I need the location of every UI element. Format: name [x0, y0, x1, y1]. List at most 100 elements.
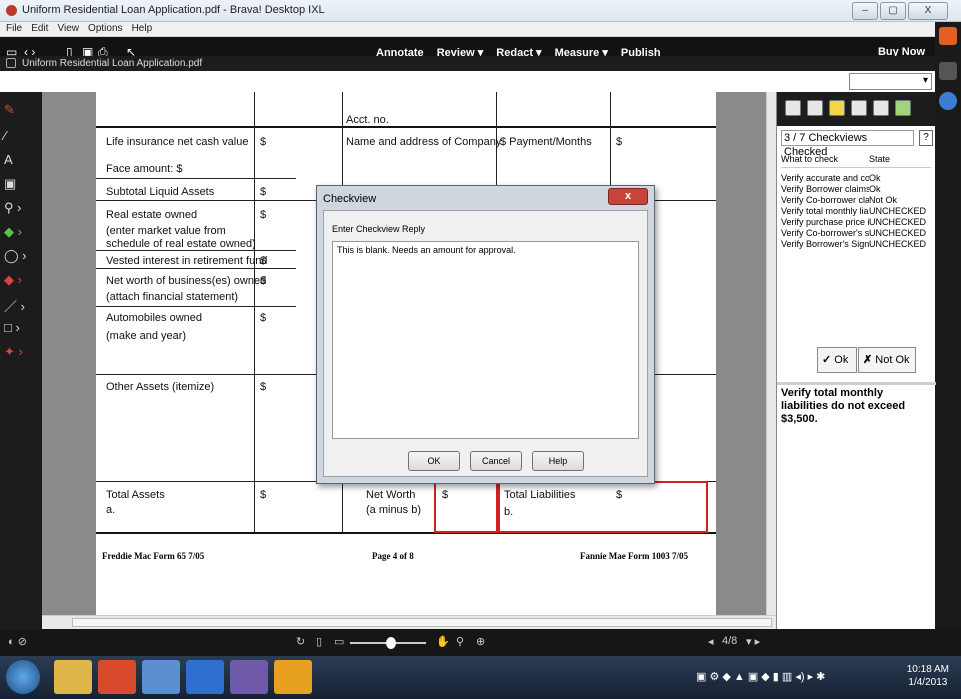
explorer-icon[interactable]	[54, 660, 92, 694]
subtotal-value: $	[260, 186, 267, 198]
image-tool-icon[interactable]: ▣	[4, 176, 38, 192]
table-row[interactable]: Verify Borrower's Signa...UNCHECKED	[781, 239, 931, 250]
help-dialog-button[interactable]: Help	[532, 451, 584, 471]
text-tool-icon[interactable]: A	[4, 152, 38, 167]
other-assets-label: Other Assets (itemize)	[106, 381, 215, 393]
rotate-icon[interactable]: ↻	[296, 635, 305, 648]
menu-view[interactable]: View	[57, 22, 79, 36]
horizontal-scrollbar[interactable]	[42, 615, 776, 629]
rectangle-tool-icon[interactable]: □ ›	[4, 320, 38, 335]
zoom-in-icon[interactable]: ⊕	[476, 635, 485, 648]
window-title: Uniform Residential Loan Application.pdf…	[22, 4, 325, 16]
vertical-scrollbar[interactable]	[766, 92, 776, 615]
total-assets-value: $	[260, 489, 267, 501]
circle-tool-icon[interactable]: ◯ ›	[4, 248, 38, 264]
company-label: Name and address of Company	[346, 136, 502, 148]
automobiles-label: Automobiles owned	[106, 312, 203, 324]
highlighter-icon[interactable]: ⁄	[4, 128, 38, 143]
ok-dialog-button[interactable]: OK	[408, 451, 460, 471]
status-icons[interactable]: ◐ ⊘	[8, 635, 27, 648]
table-row[interactable]: Verify total monthly liab...UNCHECKED	[781, 206, 931, 217]
zoom-area-icon[interactable]: ⚲	[456, 635, 464, 648]
cancel-dialog-button[interactable]: Cancel	[470, 451, 522, 471]
clock-date: 1/4/2013	[908, 677, 948, 688]
checkmark-icon: ✓	[822, 354, 832, 366]
pan-hand-icon[interactable]: ✋	[436, 635, 450, 648]
table-row[interactable]: Verify Co-borrower clai...Not Ok	[781, 195, 931, 206]
help-icon[interactable]: ?	[919, 130, 933, 146]
menu-file[interactable]: File	[6, 22, 22, 36]
dialog-close-button[interactable]: x	[608, 188, 648, 205]
prev-page-icon[interactable]: ◂	[708, 635, 714, 648]
table-row[interactable]: Verify purchase price i...UNCHECKED	[781, 217, 931, 228]
clock-time: 10:18 AM	[906, 664, 949, 675]
tray-icons[interactable]: ▣ ⚙ ◆ ▲ ▣ ◆ ▮ ▥ ◂) ▸ ✱	[696, 670, 825, 683]
horizontal-scroll-thumb[interactable]	[72, 618, 772, 627]
stamp-icon[interactable]	[851, 100, 867, 116]
payment-months-label: $ Payment/Months	[500, 136, 592, 148]
minimize-button[interactable]: –	[852, 2, 878, 20]
not-ok-button[interactable]: ✗ Not Ok	[858, 347, 916, 373]
footer-page: Page 4 of 8	[372, 551, 414, 561]
table-row[interactable]: Verify accurate and co...Ok	[781, 173, 931, 184]
table-row[interactable]: Verify Borrower claims ...Ok	[781, 184, 931, 195]
life-insurance-value: $	[260, 136, 267, 148]
menu-edit[interactable]: Edit	[31, 22, 48, 36]
not-ok-button-label: Not Ok	[875, 354, 910, 366]
eraser-tool-icon[interactable]: ◆ ›	[4, 272, 38, 288]
other-assets-value: $	[260, 381, 267, 393]
start-button[interactable]	[6, 660, 40, 694]
menu-options[interactable]: Options	[88, 22, 122, 36]
zoom-slider-thumb[interactable]	[386, 637, 396, 649]
markup-icon[interactable]	[807, 100, 823, 116]
column-state[interactable]: State	[869, 154, 929, 164]
real-estate-note-2: schedule of real estate owned)	[106, 238, 256, 250]
stamp-tool-icon[interactable]: ⚲ ›	[4, 200, 38, 216]
dialog-body: Enter Checkview Reply This is blank. Nee…	[323, 210, 648, 477]
vested-label: Vested interest in retirement fund	[106, 255, 268, 267]
info-icon[interactable]	[939, 92, 957, 110]
page-dropdown-icon[interactable]: ▾ ▸	[746, 635, 760, 648]
ok-button[interactable]: ✓ Ok	[817, 347, 857, 373]
reply-textarea[interactable]: This is blank. Needs an amount for appro…	[332, 241, 639, 439]
row-state: Not Ok	[869, 195, 898, 205]
row-state: Ok	[869, 173, 881, 183]
real-estate-value: $	[260, 209, 267, 221]
system-clock[interactable]: 10:18 AM 1/4/2013	[907, 663, 949, 689]
checkview-dialog: Checkview x Enter Checkview Reply This i…	[316, 185, 655, 484]
paint-icon[interactable]	[142, 660, 180, 694]
panel-splitter[interactable]	[777, 382, 936, 385]
shape-tool-icon[interactable]: ◆ ›	[4, 224, 38, 240]
compare-icon[interactable]	[873, 100, 889, 116]
line-tool-icon[interactable]: ／ ›	[4, 296, 38, 315]
brava-task-icon[interactable]	[230, 660, 268, 694]
total-liabilities-label: Total Liabilities	[504, 489, 576, 501]
pen-tool-icon[interactable]: ✎	[4, 102, 38, 118]
payment-months-value: $	[616, 136, 623, 148]
fit-view-icon[interactable]: ▭	[334, 635, 344, 648]
maximize-button[interactable]: ▢	[880, 2, 906, 20]
ok-button-label: Ok	[834, 354, 849, 366]
measure-tool-icon[interactable]: ✦ ›	[4, 344, 38, 360]
footer-right: Fannie Mae Form 1003 7/05	[580, 551, 688, 561]
checkview-status: 3 / 7 Checkviews Checked	[781, 130, 914, 158]
video-icon[interactable]	[939, 62, 957, 80]
menu-help[interactable]: Help	[132, 22, 153, 36]
checkview-icon[interactable]	[895, 100, 911, 116]
page-indicator: 4/8	[722, 635, 738, 647]
table-row[interactable]: Verify Co-borrower's si...UNCHECKED	[781, 228, 931, 239]
internet-explorer-icon[interactable]	[186, 660, 224, 694]
zoom-slider[interactable]	[350, 637, 426, 649]
orange-panel-icon[interactable]	[939, 27, 957, 45]
file-tab[interactable]: Uniform Residential Loan Application.pdf	[22, 58, 202, 69]
note-icon[interactable]	[829, 100, 845, 116]
office-icon[interactable]	[98, 660, 136, 694]
zoom-dropdown[interactable]	[849, 73, 932, 90]
app-task-icon[interactable]	[274, 660, 312, 694]
page-view-icon[interactable]: ▯	[316, 635, 322, 648]
total-assets-a: a.	[106, 504, 116, 516]
acct-no-label: Acct. no.	[346, 114, 389, 126]
column-what[interactable]: What to check	[781, 154, 869, 164]
checklist-icon[interactable]	[785, 100, 801, 116]
close-window-button[interactable]: X	[908, 2, 948, 20]
